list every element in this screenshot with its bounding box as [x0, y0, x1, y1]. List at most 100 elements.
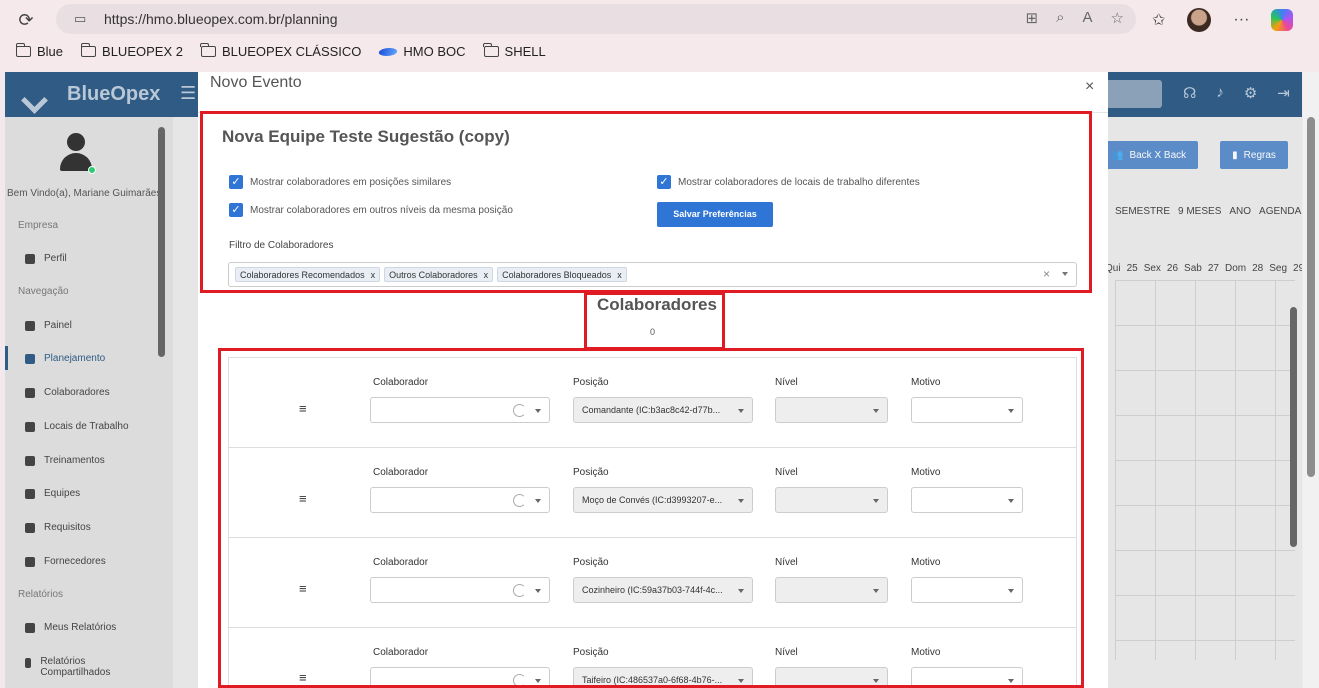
folder-icon	[15, 43, 31, 57]
address-bar[interactable]: ▭ https://hmo.blueopex.com.br/planning ⊞…	[56, 4, 1136, 34]
day-header: 29	[1293, 263, 1302, 274]
users-icon	[25, 387, 35, 398]
day-header: Sab	[1184, 263, 1202, 274]
hmo-logo-icon	[377, 47, 399, 56]
calendar-grid	[1115, 280, 1295, 660]
sidebar-section-navegacao: Navegação	[18, 286, 69, 297]
bookmark-blue[interactable]: Blue	[15, 43, 63, 59]
sidebar-item-equipes[interactable]: Equipes	[25, 488, 80, 499]
checkmark-icon: ✓	[229, 203, 243, 217]
team-icon	[25, 488, 35, 499]
print-icon	[25, 622, 35, 633]
supplier-icon	[25, 556, 35, 567]
modal-title: Novo Evento	[210, 74, 302, 91]
sidebar-item-painel[interactable]: Painel	[25, 320, 72, 331]
filter-tag: Outros Colaboradores x	[384, 267, 494, 282]
team-title: Nova Equipe Teste Sugestão (copy)	[222, 127, 510, 146]
profile-avatar[interactable]	[1187, 8, 1212, 32]
sidebar-section-empresa: Empresa	[18, 220, 59, 231]
checkbox-locais-diferentes[interactable]: ✓ Mostrar colaboradores de locais de trab…	[657, 175, 920, 189]
remove-tag-icon[interactable]: x	[484, 270, 489, 280]
bookmark-blueopex-2[interactable]: BLUEOPEX 2	[80, 43, 183, 59]
sidebar-item-planejamento[interactable]: Planejamento	[25, 353, 105, 364]
filter-tag-input[interactable]: Colaboradores Recomendados x Outros Colab…	[228, 262, 1077, 287]
mode-semestre[interactable]: SEMESTRE	[1115, 206, 1170, 217]
page-scrollbar[interactable]	[1303, 72, 1319, 688]
more-menu-icon[interactable]: ···	[1233, 11, 1249, 29]
day-header: Sex	[1143, 263, 1161, 274]
chevron-down-icon[interactable]	[1062, 272, 1068, 276]
folder-icon	[483, 43, 499, 57]
building-icon	[25, 421, 35, 432]
checkmark-icon: ✓	[657, 175, 671, 189]
copilot-icon[interactable]	[1271, 9, 1294, 31]
checkbox-outros-niveis[interactable]: ✓ Mostrar colaboradores em outros níveis …	[229, 203, 513, 217]
remove-tag-icon[interactable]: x	[371, 270, 376, 280]
remove-tag-icon[interactable]: x	[617, 270, 622, 280]
checkbox-posicoes-similares[interactable]: ✓ Mostrar colaboradores em posições simil…	[229, 175, 451, 189]
clear-all-icon[interactable]: ×	[1043, 267, 1050, 281]
mode-agenda[interactable]: AGENDA	[1259, 206, 1301, 217]
gear-icon[interactable]: ⚙	[1244, 84, 1257, 102]
bookmark-blueopex-classico[interactable]: BLUEOPEX CLÁSSICO	[200, 43, 361, 59]
browser-toolbar: ⟳ ▭ https://hmo.blueopex.com.br/planning…	[0, 0, 1319, 72]
filter-tag: Colaboradores Bloqueados x	[497, 267, 627, 282]
app-logo[interactable]: BlueOpex	[25, 83, 160, 106]
company-select[interactable]	[1100, 80, 1162, 108]
calendar-day-headers: Qui 25 Sex 26 Sab 27 Dom 28 Seg 29	[1105, 263, 1302, 274]
rules-icon: ▮	[1232, 149, 1238, 161]
day-header: 28	[1252, 263, 1264, 274]
sidebar-item-perfil[interactable]: Perfil	[25, 253, 67, 264]
sidebar-scrollbar[interactable]	[158, 127, 165, 357]
active-indicator	[5, 346, 8, 370]
back-x-back-button[interactable]: 👥 Back X Back	[1099, 141, 1199, 169]
colaboradores-title: Colaboradores	[597, 295, 717, 314]
site-info-icon[interactable]: ▭	[74, 11, 86, 27]
favorite-star-icon[interactable]: ☆	[1111, 9, 1124, 27]
support-icon[interactable]: ☊	[1183, 84, 1196, 102]
sidebar-item-locais[interactable]: Locais de Trabalho	[25, 421, 129, 432]
training-icon	[25, 455, 35, 466]
save-preferences-button[interactable]: Salvar Preferências	[657, 202, 773, 227]
reload-icon[interactable]: ⟳	[14, 8, 38, 32]
bookmark-shell[interactable]: SHELL	[483, 43, 546, 59]
rules-button[interactable]: ▮ Regras	[1220, 141, 1288, 169]
day-header: Seg	[1269, 263, 1288, 274]
sidebar-item-meus-relatorios[interactable]: Meus Relatórios	[25, 622, 116, 633]
checkbox-icon	[25, 522, 35, 533]
calendar-scrollbar[interactable]	[1288, 292, 1300, 672]
logo-mark-icon	[25, 85, 59, 105]
sidebar-item-treinamentos[interactable]: Treinamentos	[25, 455, 105, 466]
zoom-icon[interactable]: ⌕	[1056, 9, 1064, 27]
bookmark-hmo-boc[interactable]: HMO BOC	[377, 44, 466, 59]
read-aloud-icon[interactable]: A	[1083, 9, 1093, 27]
bookmarks-bar: Blue BLUEOPEX 2 BLUEOPEX CLÁSSICO HMO BO…	[15, 43, 546, 59]
day-header: 26	[1166, 263, 1179, 274]
mode-9-meses[interactable]: 9 MESES	[1178, 206, 1221, 217]
sidebar-item-colaboradores[interactable]: Colaboradores	[25, 387, 110, 398]
filter-tag: Colaboradores Recomendados x	[235, 267, 381, 282]
folder-icon	[200, 43, 216, 57]
bell-icon[interactable]: ♪	[1216, 84, 1224, 102]
day-header: Dom	[1224, 263, 1247, 274]
app-grid-icon[interactable]: ⊞	[1026, 9, 1039, 27]
highlight-box-rows	[218, 348, 1084, 688]
favorites-icon[interactable]: ✩	[1152, 10, 1165, 30]
folder-icon	[80, 43, 97, 57]
briefcase-icon	[25, 253, 35, 264]
checkmark-icon: ✓	[229, 175, 243, 189]
users-icon: 👥	[1111, 149, 1124, 161]
share-icon	[25, 658, 32, 668]
menu-toggle-icon[interactable]: ☰	[180, 83, 196, 104]
logout-icon[interactable]: ⇥	[1277, 84, 1290, 102]
mode-ano[interactable]: ANO	[1229, 206, 1251, 217]
online-status-dot	[88, 166, 96, 174]
url-text[interactable]: https://hmo.blueopex.com.br/planning	[104, 11, 337, 27]
sidebar-item-requisitos[interactable]: Requisitos	[25, 522, 91, 533]
sidebar-item-relatorios-compartilhados[interactable]: Relatórios Compartilhados	[25, 656, 115, 678]
sidebar-section-relatorios: Relatórios	[18, 589, 64, 600]
close-icon[interactable]: ×	[1085, 78, 1094, 96]
sidebar-item-fornecedores[interactable]: Fornecedores	[25, 556, 106, 567]
user-avatar[interactable]	[60, 133, 96, 174]
calendar-icon	[25, 353, 35, 364]
